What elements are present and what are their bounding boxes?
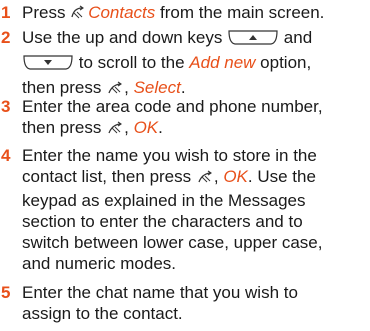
step-number: 4: [1, 146, 11, 165]
ok-reference: OK: [223, 167, 248, 186]
select-reference: Select: [133, 78, 181, 97]
step-text-part: contact list, then press: [22, 167, 196, 186]
step-text: Enter the chat name that you wish to ass…: [22, 282, 370, 324]
step-text-part: and: [279, 28, 313, 47]
step-text-line: assign to the contact.: [22, 304, 183, 323]
step-text-part: option,: [255, 53, 312, 72]
step-text-part: . Use the: [247, 167, 316, 186]
step-text-line: switch between lower case, upper case,: [22, 233, 323, 252]
step-text-line: and numeric modes.: [22, 254, 177, 273]
left-softkey-icon: [70, 5, 88, 26]
step-text-part: ,: [124, 118, 134, 137]
step-number: 2: [1, 28, 11, 47]
step-text-part: from the main screen.: [155, 3, 325, 22]
ok-reference: OK: [133, 118, 159, 137]
step-text-part: Enter the area code and phone number,: [22, 97, 323, 116]
right-softkey-icon: [196, 169, 214, 190]
step-text-part: Enter the name you wish to store in the: [22, 146, 317, 165]
step-text: Enter the area code and phone number, th…: [22, 96, 370, 141]
step-text-part: .: [180, 78, 186, 97]
step-text-line: keypad as explained in the Messages: [22, 191, 306, 210]
contacts-reference: Contacts: [88, 3, 156, 22]
step-text-part: then press: [22, 78, 107, 97]
right-softkey-icon: [106, 120, 124, 141]
step-text: Press Contacts from the main screen.: [22, 2, 370, 26]
add-new-reference: Add new: [189, 53, 256, 72]
step-text-part: to scroll to the: [74, 53, 190, 72]
step-text-part: then press: [22, 118, 107, 137]
step-text-part: ,: [124, 78, 134, 97]
step-text-part: Use the up and down keys: [22, 28, 228, 47]
step-text-part: .: [158, 118, 163, 137]
step-number: 1: [1, 3, 11, 22]
step-text-line: Enter the chat name that you wish to: [22, 283, 298, 302]
up-key-icon: [227, 29, 279, 52]
step-text-part: ,: [213, 167, 224, 186]
step-text-part: Press: [22, 3, 71, 22]
step-number: 3: [1, 97, 11, 116]
down-key-icon: [22, 54, 74, 77]
step-text: Enter the name you wish to store in the …: [22, 145, 370, 274]
step-text-line: section to enter the characters and to: [22, 212, 303, 231]
instructions-list: 1 Press Contacts from the main screen. 2…: [0, 0, 370, 331]
step-number: 5: [1, 283, 11, 302]
step-text: Use the up and down keys and to scroll t…: [22, 27, 370, 101]
